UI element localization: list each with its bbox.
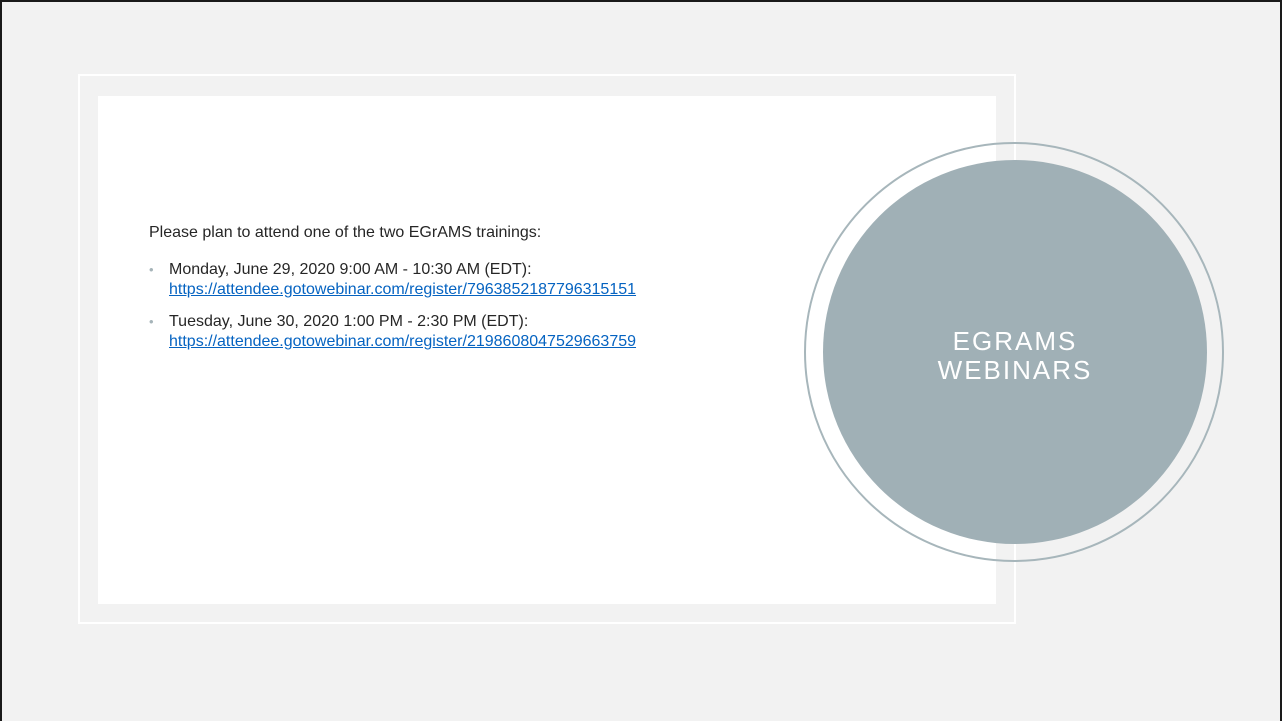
- training-list: • Monday, June 29, 2020 9:00 AM - 10:30 …: [149, 260, 749, 364]
- bullet-marker-icon: •: [149, 262, 154, 277]
- list-item: • Monday, June 29, 2020 9:00 AM - 10:30 …: [149, 260, 749, 300]
- list-item: • Tuesday, June 30, 2020 1:00 PM - 2:30 …: [149, 312, 749, 352]
- title-line-2: WEBINARS: [937, 355, 1093, 385]
- registration-link[interactable]: https://attendee.gotowebinar.com/registe…: [169, 332, 754, 352]
- intro-text: Please plan to attend one of the two EGr…: [149, 224, 542, 241]
- registration-link[interactable]: https://attendee.gotowebinar.com/registe…: [169, 280, 754, 300]
- session-time: Tuesday, June 30, 2020 1:00 PM - 2:30 PM…: [169, 313, 529, 330]
- slide: Please plan to attend one of the two EGr…: [0, 0, 1282, 721]
- bullet-marker-icon: •: [149, 314, 154, 329]
- title-line-1: EGRAMS: [952, 326, 1078, 356]
- session-time: Monday, June 29, 2020 9:00 AM - 10:30 AM…: [169, 261, 532, 278]
- slide-title: EGRAMS WEBINARS: [823, 327, 1207, 385]
